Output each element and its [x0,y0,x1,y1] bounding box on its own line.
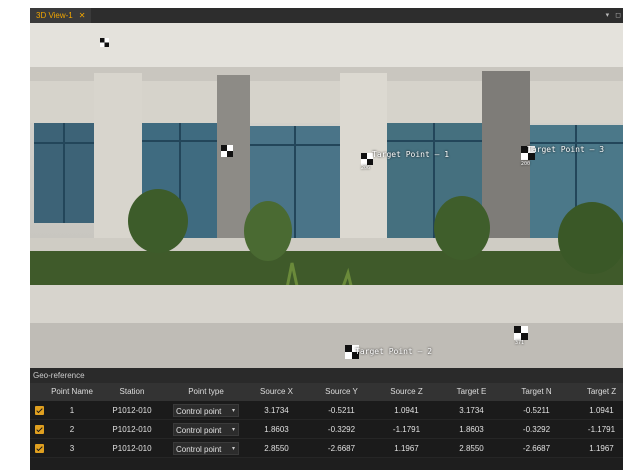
col-source-z[interactable]: Source Z [374,383,439,401]
close-icon[interactable]: ✕ [79,11,86,20]
cell-target-e: 3.1734 [459,406,484,415]
point-type-value: Control point [176,426,222,435]
cell-point-name: 1 [69,406,75,415]
app-window: 3D View-1 ✕ ▾ ◻ Target Point — 1 206 Tar… [30,8,623,470]
cell-target-n: -2.6687 [522,444,551,453]
point-type-select[interactable]: Control point ▾ [173,442,239,455]
cell-target-e: 2.8550 [459,444,484,453]
cell-source-z: 1.0941 [394,406,419,415]
target-point-3-label[interactable]: Target Point — 3 [527,145,604,154]
col-source-y[interactable]: Source Y [309,383,374,401]
row-checkbox[interactable] [34,425,44,434]
col-target-n[interactable]: Target N [504,383,569,401]
chevron-down-icon: ▾ [231,408,235,414]
marker-number: 371 [515,340,525,346]
cell-station: P1012-010 [112,406,152,415]
cell-target-z: 1.1967 [589,444,614,453]
tab-bar: 3D View-1 ✕ ▾ ◻ [30,8,623,23]
point-type-select[interactable]: Control point ▾ [173,423,239,436]
cell-target-n: -0.5211 [523,406,550,415]
point-cloud-scene [30,23,623,368]
table-row[interactable]: 3 P1012-010 Control point ▾ 2.8550 -2.668… [30,439,623,458]
col-target-z[interactable]: Target Z [569,383,623,401]
col-check [30,383,48,401]
cell-source-y: -2.6687 [327,444,356,453]
col-target-e[interactable]: Target E [439,383,504,401]
target-point-3-marker-id: 200 [521,161,531,167]
col-point-name[interactable]: Point Name [48,383,96,401]
chevron-down-icon: ▾ [231,427,235,433]
cell-station: P1012-010 [112,444,152,453]
cell-target-n: -0.3292 [522,425,551,434]
cell-station: P1012-010 [112,425,152,434]
3d-viewport[interactable]: Target Point — 1 206 Target Point — 2 Ta… [30,23,623,368]
target-point-2-label[interactable]: Target Point — 2 [355,347,432,356]
tab-tools: ▾ ◻ [600,8,621,23]
table-row[interactable]: 2 P1012-010 Control point ▾ 1.8603 -0.329… [30,420,623,439]
floor-steps [30,323,623,368]
cell-source-x: 2.8550 [264,444,289,453]
col-point-type[interactable]: Point type [168,383,244,401]
cell-point-name: 3 [69,444,75,453]
cell-source-x: 1.8603 [264,425,289,434]
table-row[interactable]: 1 P1012-010 Control point ▾ 3.1734 -0.521… [30,401,623,420]
cell-source-y: -0.3292 [327,425,356,434]
chevron-down-icon[interactable]: ▾ [606,12,610,19]
target-point-1-label[interactable]: Target Point — 1 [372,150,449,159]
panel-title: Geo-reference [30,368,623,383]
col-station[interactable]: Station [96,383,168,401]
table-header: Point Name Station Point type Source X S… [30,383,623,401]
point-type-value: Control point [176,407,222,416]
georeference-table: Point Name Station Point type Source X S… [30,383,623,458]
ceiling-slab [30,23,623,73]
chevron-down-icon: ▾ [231,446,235,452]
point-type-select[interactable]: Control point ▾ [173,404,239,417]
row-checkbox[interactable] [34,444,44,453]
target-point-1-marker-id: 206 [361,165,371,171]
cell-target-z: -1.1791 [587,425,616,434]
col-source-x[interactable]: Source X [244,383,309,401]
cell-source-z: -1.1791 [392,425,421,434]
planter-box [30,285,623,325]
point-type-value: Control point [176,445,222,454]
cell-point-name: 2 [69,425,75,434]
cell-target-e: 1.8603 [459,425,484,434]
cell-source-y: -0.5211 [328,406,355,415]
tab-3d-view[interactable]: 3D View-1 ✕ [30,8,92,23]
cell-target-z: 1.0941 [589,406,614,415]
window-icon[interactable]: ◻ [615,12,621,19]
cell-source-z: 1.1967 [394,444,419,453]
row-checkbox[interactable] [34,406,44,415]
tab-label: 3D View-1 [36,11,73,20]
cell-source-x: 3.1734 [264,406,289,415]
